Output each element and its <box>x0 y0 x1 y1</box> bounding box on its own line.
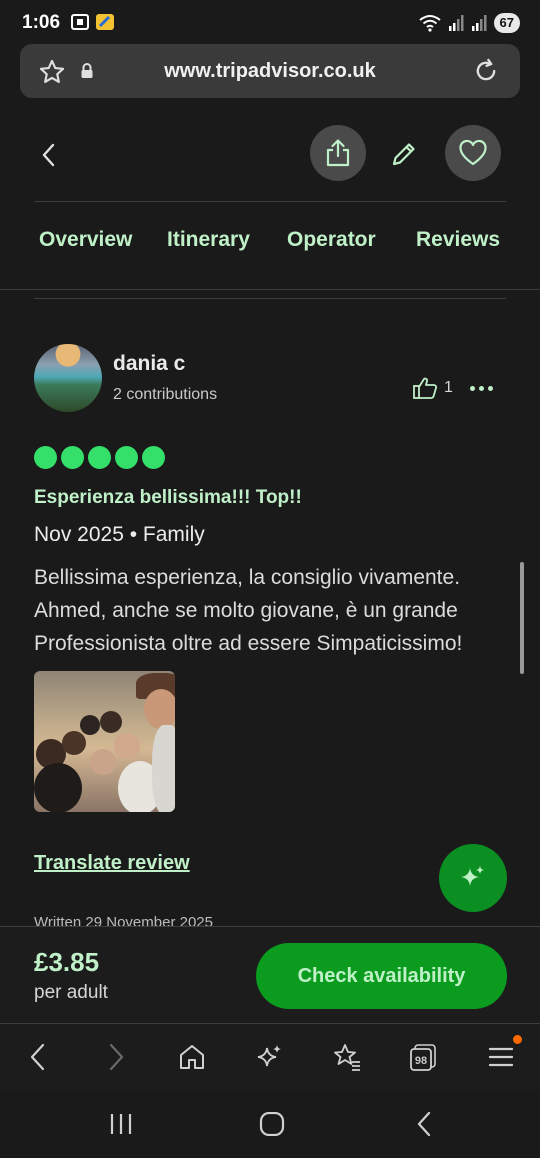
back-icon[interactable] <box>26 1042 50 1072</box>
save-heart-button[interactable] <box>445 125 501 181</box>
home-icon[interactable] <box>178 1042 206 1072</box>
price: £3.85 <box>34 947 100 977</box>
edit-pencil-icon[interactable] <box>390 140 418 168</box>
wifi-icon <box>418 15 441 32</box>
tabs-icon[interactable]: 98 <box>409 1042 439 1072</box>
screen: 1:06 67 www.tripadvisor.co.uk Overview I… <box>0 0 540 1158</box>
rating-bubble <box>88 446 111 469</box>
forward-icon[interactable] <box>104 1042 128 1072</box>
review-photo[interactable] <box>34 671 175 812</box>
back-chevron-icon[interactable] <box>38 142 60 168</box>
avatar[interactable] <box>34 344 102 412</box>
reviewer-contributions: 2 contributions <box>113 386 218 403</box>
bookmark-star-icon[interactable] <box>332 1042 362 1072</box>
menu-icon[interactable] <box>488 1042 514 1072</box>
rating-bubble <box>142 446 165 469</box>
review-body: Bellissima esperienza, la consiglio viva… <box>34 566 463 655</box>
url-bar[interactable]: www.tripadvisor.co.uk <box>20 44 520 98</box>
signal-icon <box>471 15 487 31</box>
price-unit: per adult <box>34 982 108 1003</box>
tab-reviews[interactable]: Reviews <box>416 228 500 252</box>
status-time: 1:06 <box>22 12 61 33</box>
reviewer-name[interactable]: dania c <box>113 352 185 376</box>
booking-bar: £3.85 per adult Check availability <box>0 926 540 1024</box>
screenshot-icon <box>71 14 89 30</box>
home-circle-icon[interactable] <box>259 1112 285 1136</box>
rating-bubble <box>61 446 84 469</box>
android-nav-bar <box>0 1090 540 1158</box>
sparkle-icon <box>461 866 484 886</box>
thumbs-up-icon <box>413 377 438 399</box>
share-icon <box>326 139 350 167</box>
battery-icon: 67 <box>493 13 520 33</box>
ai-assistant-button[interactable] <box>439 844 507 912</box>
review-meta: Nov 2025 • Family <box>34 523 205 546</box>
heart-icon <box>459 139 487 166</box>
reload-icon[interactable] <box>472 57 500 85</box>
page-header: Overview Itinerary Operator Reviews <box>0 110 540 290</box>
translate-review-link[interactable]: Translate review <box>34 852 190 875</box>
header-divider <box>34 201 506 202</box>
status-bar: 1:06 67 <box>0 0 540 44</box>
app-icon <box>96 14 114 30</box>
browser-toolbar: 98 <box>0 1024 540 1090</box>
check-availability-button[interactable]: Check availability <box>256 943 507 1009</box>
tab-itinerary[interactable]: Itinerary <box>167 228 250 252</box>
content-divider <box>34 298 506 299</box>
share-button[interactable] <box>310 125 366 181</box>
status-icons-left <box>70 13 115 31</box>
rating-bubble <box>34 446 57 469</box>
tab-overview[interactable]: Overview <box>39 228 132 252</box>
tab-bar: Overview Itinerary Operator Reviews <box>0 228 540 268</box>
scrollbar[interactable] <box>520 562 524 674</box>
signal-icon <box>448 15 464 31</box>
helpful-vote-button[interactable]: 1 <box>412 376 453 400</box>
rating-bubble <box>115 446 138 469</box>
url-text[interactable]: www.tripadvisor.co.uk <box>20 60 520 83</box>
sparkle-icon[interactable] <box>256 1042 284 1072</box>
tab-operator[interactable]: Operator <box>287 228 376 252</box>
review-title[interactable]: Esperienza bellissima!!! Top!! <box>34 487 302 509</box>
recents-icon[interactable] <box>108 1112 134 1136</box>
back-icon[interactable] <box>412 1112 438 1136</box>
helpful-count: 1 <box>444 379 453 396</box>
tab-count: 98 <box>415 1055 427 1067</box>
rating-bubbles <box>34 446 165 469</box>
more-options-icon[interactable] <box>470 386 493 391</box>
notification-dot <box>513 1035 522 1044</box>
status-icons-right: 67 <box>418 13 520 33</box>
